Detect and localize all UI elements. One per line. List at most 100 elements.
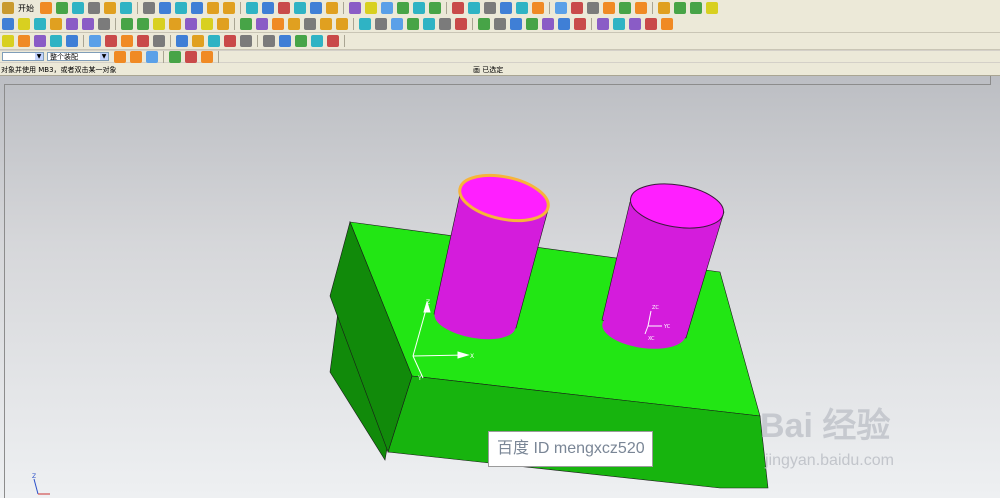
center-icon[interactable]: [185, 50, 197, 63]
ruled-icon[interactable]: [176, 35, 188, 47]
constraint-icon[interactable]: [105, 35, 117, 47]
offset-surface-icon[interactable]: [208, 35, 220, 47]
shell-icon[interactable]: [240, 18, 252, 30]
type-filter-dropdown[interactable]: ▼: [2, 52, 44, 61]
quadrant-icon[interactable]: [201, 50, 213, 63]
sheet-metal-icon[interactable]: [327, 35, 339, 47]
help-icon[interactable]: [706, 2, 718, 14]
thicken-icon[interactable]: [263, 35, 275, 47]
sweep-icon[interactable]: [423, 18, 435, 30]
draft-icon[interactable]: [407, 18, 419, 30]
copy-feature-icon[interactable]: [613, 18, 625, 30]
select-icon[interactable]: [175, 2, 187, 14]
dimension-icon[interactable]: [89, 35, 101, 47]
grid-icon[interactable]: [555, 2, 567, 14]
measure-icon[interactable]: [310, 2, 322, 14]
extension-icon[interactable]: [224, 35, 236, 47]
cam-icon[interactable]: [690, 2, 702, 14]
pocket-icon[interactable]: [121, 18, 133, 30]
subtract-icon[interactable]: [304, 18, 316, 30]
pattern-icon[interactable]: [359, 18, 371, 30]
assembly-filter-dropdown[interactable]: 整个装配 ▼: [47, 52, 109, 61]
bounded-plane-icon[interactable]: [192, 35, 204, 47]
cylinder-icon[interactable]: [18, 18, 30, 30]
mirror-icon[interactable]: [336, 18, 348, 30]
arc-icon[interactable]: [542, 18, 554, 30]
assembly-icon[interactable]: [635, 2, 647, 14]
sketch-arc-icon[interactable]: [18, 35, 30, 47]
zoom-fit-icon[interactable]: [191, 2, 203, 14]
studio-icon[interactable]: [295, 35, 307, 47]
snap-icon[interactable]: [413, 2, 425, 14]
slot-icon[interactable]: [153, 18, 165, 30]
plane-icon[interactable]: [349, 2, 361, 14]
copy-icon[interactable]: [104, 2, 116, 14]
extrude-icon[interactable]: [50, 18, 62, 30]
filter-icon[interactable]: [587, 2, 599, 14]
split-icon[interactable]: [272, 18, 284, 30]
pan-icon[interactable]: [223, 2, 235, 14]
edge-icon[interactable]: [365, 2, 377, 14]
cut-icon[interactable]: [88, 2, 100, 14]
surface-icon[interactable]: [455, 18, 467, 30]
sketch-fillet-icon[interactable]: [34, 35, 46, 47]
render-icon[interactable]: [452, 2, 464, 14]
line-icon[interactable]: [526, 18, 538, 30]
suppress-icon[interactable]: [629, 18, 641, 30]
fillet-icon[interactable]: [574, 18, 586, 30]
patch-icon[interactable]: [494, 18, 506, 30]
start-menu-icon[interactable]: [2, 2, 14, 14]
open-icon[interactable]: [56, 2, 68, 14]
move-icon[interactable]: [597, 18, 609, 30]
cube-icon[interactable]: [246, 2, 258, 14]
select-filter-icon[interactable]: [114, 50, 126, 63]
scale-icon[interactable]: [391, 18, 403, 30]
new-icon[interactable]: [40, 2, 52, 14]
edit-icon[interactable]: [645, 18, 657, 30]
save-icon[interactable]: [72, 2, 84, 14]
curve-icon[interactable]: [510, 18, 522, 30]
chamfer-icon[interactable]: [217, 18, 229, 30]
color-icon[interactable]: [571, 2, 583, 14]
drafting-icon[interactable]: [658, 2, 670, 14]
sketch-line-icon[interactable]: [2, 35, 14, 47]
blend-icon[interactable]: [201, 18, 213, 30]
flange-icon[interactable]: [311, 35, 323, 47]
sew-icon[interactable]: [478, 18, 490, 30]
sphere-icon[interactable]: [262, 2, 274, 14]
loft-icon[interactable]: [439, 18, 451, 30]
surface-mesh-icon[interactable]: [121, 35, 133, 47]
unite-icon[interactable]: [288, 18, 300, 30]
endpoint-icon[interactable]: [146, 50, 158, 63]
face-icon[interactable]: [381, 2, 393, 14]
view-icon[interactable]: [500, 2, 512, 14]
analysis-icon[interactable]: [429, 2, 441, 14]
trim-icon[interactable]: [256, 18, 268, 30]
block-icon[interactable]: [2, 18, 14, 30]
hole-icon[interactable]: [82, 18, 94, 30]
pad-icon[interactable]: [137, 18, 149, 30]
intersect-icon[interactable]: [320, 18, 332, 30]
body-icon[interactable]: [397, 2, 409, 14]
rotate-icon[interactable]: [207, 2, 219, 14]
redo-icon[interactable]: [159, 2, 171, 14]
shade-icon[interactable]: [468, 2, 480, 14]
replay-icon[interactable]: [661, 18, 673, 30]
point-icon[interactable]: [326, 2, 338, 14]
camera-icon[interactable]: [516, 2, 528, 14]
layer-icon[interactable]: [294, 2, 306, 14]
cone-icon[interactable]: [34, 18, 46, 30]
boss-icon[interactable]: [98, 18, 110, 30]
graphics-viewport[interactable]: Z X Y ZC YC XC Z 百度 ID mengxcz520 Bai 经验…: [0, 76, 1000, 498]
info-icon[interactable]: [603, 2, 615, 14]
undo-icon[interactable]: [143, 2, 155, 14]
paste-icon[interactable]: [120, 2, 132, 14]
group-icon[interactable]: [619, 2, 631, 14]
wire-icon[interactable]: [484, 2, 496, 14]
swept-icon[interactable]: [153, 35, 165, 47]
sketch-extend-icon[interactable]: [66, 35, 78, 47]
groove-icon[interactable]: [169, 18, 181, 30]
midpoint-icon[interactable]: [169, 50, 181, 63]
through-curves-icon[interactable]: [137, 35, 149, 47]
revolve-icon[interactable]: [66, 18, 78, 30]
